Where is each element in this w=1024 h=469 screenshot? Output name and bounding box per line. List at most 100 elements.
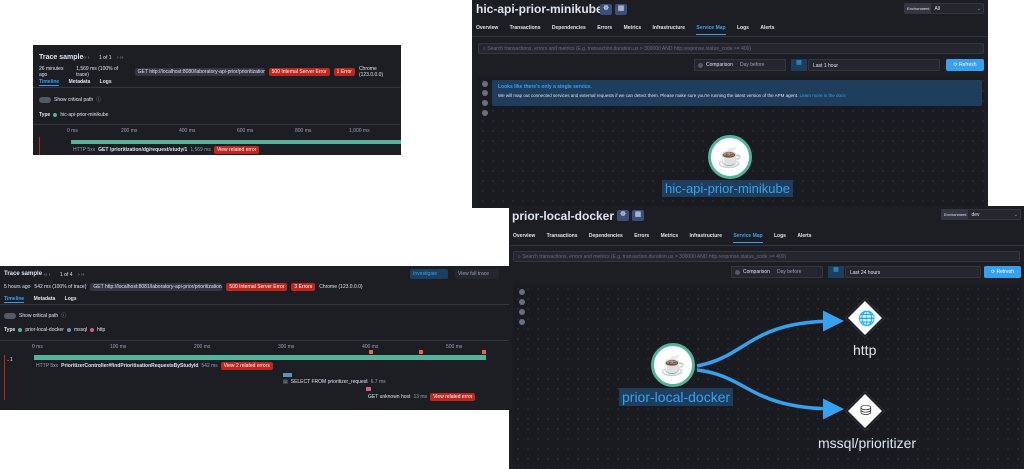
search-input[interactable]: ⌕ Search transactions, errors and metric…	[478, 43, 984, 54]
date-range-input[interactable]: Last 1 hour	[808, 59, 940, 71]
investigate-button[interactable]: Investigate	[410, 269, 448, 279]
view-related-error-button[interactable]: View related error	[213, 146, 260, 154]
tab-overview[interactable]: Overview	[476, 25, 498, 31]
tab-errors[interactable]: Errors	[597, 25, 612, 31]
environment-select[interactable]: Environment All ⌄	[904, 3, 984, 14]
tab-transactions[interactable]: Transactions	[510, 25, 541, 31]
view-full-trace-button[interactable]: View full trace	[455, 269, 499, 279]
callout-title: Looks like there's only a single service…	[498, 84, 592, 90]
dependency-label-mssql[interactable]: mssql/prioritizer	[818, 435, 916, 451]
legend-mssql: mssql	[73, 327, 87, 333]
service-node-label[interactable]: prior-local-docker	[619, 388, 734, 406]
pager-prev-icon[interactable]: ‹‹ ‹	[44, 272, 50, 278]
legend-http: http	[97, 327, 106, 333]
pager-arrows-icon[interactable]: ‹‹ ‹	[83, 55, 89, 61]
info-icon: ⓘ	[96, 97, 102, 103]
tab-dependencies[interactable]: Dependencies	[552, 25, 586, 31]
center-icon[interactable]	[482, 100, 488, 106]
dependency-label-http[interactable]: http	[853, 342, 876, 358]
trace-panel-2: Trace sample ‹‹ ‹ 1 of 4 › ›› Investigat…	[0, 266, 509, 410]
critical-path-toggle[interactable]	[39, 96, 51, 103]
span-duration: 1,569 ms	[190, 147, 211, 153]
service-node-label[interactable]: hic-api-prior-minikube	[662, 180, 793, 197]
tab-infrastructure[interactable]: Infrastructure	[653, 25, 686, 31]
java-icon[interactable]: ☕	[708, 135, 752, 179]
view-related-errors-button[interactable]: View 2 related errors	[220, 362, 273, 370]
comparison-toggle[interactable]: Comparison Day before	[694, 59, 786, 71]
error-marker[interactable]	[419, 350, 423, 354]
span-row[interactable]: ▤ SELECT FROM prioritizer_request 6.7 ms	[283, 379, 386, 385]
span-row[interactable]: HTTP 5xx PrioritizerController#findPrior…	[36, 362, 273, 370]
span-type: HTTP 5xx	[36, 363, 59, 369]
span-row[interactable]: HTTP 5xx GET /prioritization/dg/request/…	[73, 146, 260, 154]
axis-tick: 300 ms	[278, 344, 295, 350]
error-marker[interactable]	[369, 350, 373, 354]
tab-alerts[interactable]: Alerts	[760, 25, 774, 31]
legend-dot-service	[18, 328, 23, 332]
trace-duration: 1,569 ms (100% of trace)	[76, 66, 119, 78]
span-name: GET unknown host	[368, 394, 411, 400]
view-related-error-button[interactable]: View related error	[430, 393, 476, 401]
browser-info: Chrome (123.0.0.0)	[319, 284, 363, 290]
edge-to-http[interactable]	[696, 310, 844, 368]
axis-tick: 500 ms	[446, 344, 463, 350]
globe-icon: 🌐	[858, 310, 876, 326]
toggle-switch[interactable]	[698, 62, 703, 68]
tab-timeline[interactable]: Timeline	[39, 79, 60, 86]
refresh-label: Refresh	[959, 62, 977, 68]
calendar-icon[interactable]: ▦	[791, 59, 807, 71]
tab-logs[interactable]: Logs	[100, 79, 112, 85]
trace-age: 5 hours ago	[4, 284, 31, 290]
axis-tick: 600 ms	[237, 128, 254, 134]
type-label: Type	[39, 112, 51, 118]
kubernetes-icon: ☸	[600, 4, 612, 15]
trace-age: 26 minutes ago	[39, 66, 64, 78]
span-type: HTTP 5xx	[73, 147, 96, 153]
java-icon[interactable]: ☕	[651, 343, 695, 387]
span-bar-mssql[interactable]	[283, 373, 292, 377]
tab-service-map[interactable]: Service Map	[696, 25, 726, 35]
error-count-badge[interactable]: 3 Errors	[291, 283, 316, 291]
span-row[interactable]: GET unknown host 13 ms View related erro…	[368, 393, 476, 401]
tab-logs[interactable]: Logs	[65, 296, 77, 302]
tab-logs[interactable]: Logs	[737, 25, 749, 31]
docs-link[interactable]: Learn more in the docs	[799, 93, 845, 98]
service-color-dot	[53, 113, 58, 117]
refresh-button[interactable]: ⟳ Refresh	[946, 59, 984, 71]
tab-timeline[interactable]: Timeline	[4, 296, 25, 303]
tab-metadata[interactable]: Metadata	[34, 296, 56, 302]
legend-dot-mssql	[66, 328, 71, 332]
status-badge: 500 Internal Server Error	[268, 68, 330, 76]
comparison-select[interactable]: Day before	[740, 62, 764, 68]
span-duration: 13 ms	[413, 394, 428, 400]
zoom-in-icon[interactable]	[482, 81, 488, 87]
error-count-badge[interactable]: 1 Error	[333, 68, 355, 76]
service-panel-2: prior-local-docker ☸ ▦ Environment dev ⌄…	[509, 206, 1024, 469]
trace-pager: 1 of 1	[99, 55, 112, 61]
axis-tick: 0 ms	[32, 344, 43, 350]
legend-service: hic-api-prior-minikube	[60, 112, 109, 118]
axis-tick: 0 ms	[67, 128, 78, 134]
pager-next-icon[interactable]: › ››	[78, 272, 84, 278]
critical-path-toggle[interactable]	[4, 312, 16, 319]
axis-tick: 200 ms	[121, 128, 138, 134]
span-bar-transaction[interactable]	[34, 355, 486, 360]
span-name: PrioritizerController#findPrioritisation…	[61, 363, 199, 369]
legend-dot-http	[90, 328, 94, 332]
tab-metadata[interactable]: Metadata	[69, 79, 91, 85]
pager-next-icon[interactable]: › ››	[117, 55, 123, 61]
span-bar-http[interactable]	[366, 387, 371, 391]
trace-title: Trace sample	[39, 54, 84, 61]
environment-value: All	[934, 5, 941, 12]
status-badge: 500 Internal Server Error	[226, 283, 288, 291]
trace-title: Trace sample	[4, 271, 43, 277]
single-service-callout: Looks like there's only a single service…	[492, 80, 982, 106]
service-connections	[696, 310, 844, 420]
zoom-out-icon[interactable]	[482, 90, 488, 96]
critical-path-label: Show critical path	[54, 96, 94, 103]
fit-icon[interactable]	[482, 110, 488, 116]
span-bar[interactable]	[71, 140, 401, 144]
tab-metrics[interactable]: Metrics	[624, 25, 642, 31]
database-icon: ⛁	[860, 402, 872, 418]
error-marker[interactable]	[482, 350, 486, 354]
